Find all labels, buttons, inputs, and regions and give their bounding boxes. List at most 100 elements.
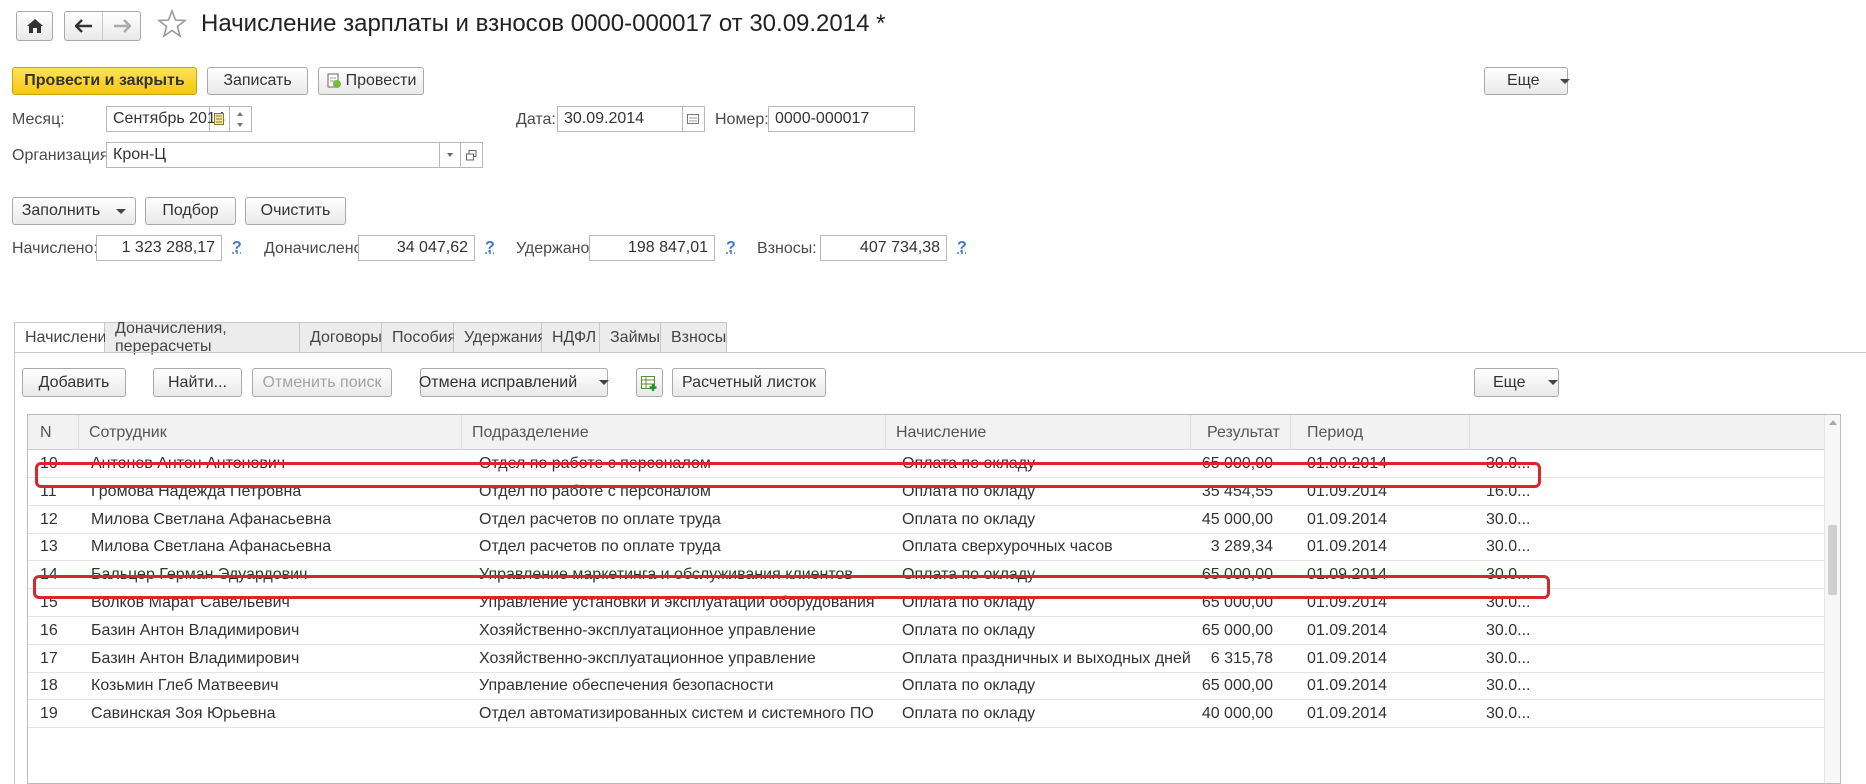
- favorite-star-icon[interactable]: [156, 8, 188, 43]
- number-value: 0000-000017: [775, 110, 870, 127]
- tab-additional-accruals[interactable]: Доначисления, перерасчеты: [105, 320, 300, 355]
- table-cell: 12: [40, 510, 58, 528]
- column-header-employee[interactable]: Сотрудник: [79, 415, 462, 450]
- table-cell: Управление обеспечения безопасности: [479, 677, 774, 695]
- table-cell: 45 000,00: [1201, 510, 1273, 528]
- date-value: 30.09.2014: [564, 110, 645, 127]
- post-and-close-button[interactable]: Провести и закрыть: [12, 67, 197, 95]
- date-picker-button[interactable]: [682, 106, 705, 132]
- withheld-label: Удержано:: [516, 240, 594, 257]
- organization-dropdown-button[interactable]: [439, 142, 461, 168]
- date-field[interactable]: 30.09.2014: [557, 106, 683, 132]
- table-cell: 6 315,78: [1210, 649, 1273, 667]
- payslip-button[interactable]: Расчетный листок: [672, 368, 826, 397]
- table-row[interactable]: 19 Савинская Зоя Юрьевна Отдел автоматизир…: [28, 700, 1840, 729]
- table-cell: Оплата по окладу: [902, 677, 1036, 695]
- table-row[interactable]: 18 Козьмин Глеб Матвеевич Управление обесп…: [28, 672, 1840, 701]
- table-row[interactable]: 13 Милова Светлана Афанасьевна Отдел расче…: [28, 533, 1840, 562]
- cancel-search-button[interactable]: Отменить поиск: [252, 368, 392, 397]
- column-header-accrual[interactable]: Начисление: [886, 415, 1191, 450]
- withheld-help-link[interactable]: ?: [726, 239, 736, 257]
- fill-button[interactable]: Заполнить: [12, 197, 136, 225]
- post-button-label: Провести: [345, 72, 417, 89]
- column-header-extra[interactable]: [1470, 415, 1826, 450]
- highlight-row-17: [33, 575, 1550, 599]
- open-window-icon: [466, 149, 477, 160]
- history-nav: [64, 11, 141, 41]
- calendar-icon: [687, 114, 699, 124]
- organization-field[interactable]: Крон-Ц: [106, 142, 440, 168]
- back-button[interactable]: [65, 12, 103, 40]
- tab-panel-border: [14, 352, 15, 784]
- table-cell: Оплата по окладу: [902, 510, 1036, 528]
- post-button[interactable]: Провести: [318, 67, 424, 95]
- stepper-up-icon[interactable]: [237, 112, 243, 116]
- tab-contracts[interactable]: Договоры: [300, 322, 382, 353]
- scroll-up-icon[interactable]: [1829, 420, 1837, 425]
- column-header-period[interactable]: Период: [1291, 415, 1470, 450]
- home-icon: [26, 19, 43, 33]
- table-header: N Сотрудник Подразделение Начисление Рез…: [28, 415, 1840, 450]
- month-field[interactable]: Сентябрь 2014: [106, 106, 225, 132]
- table-cell: 40 000,00: [1201, 705, 1273, 723]
- column-header-department[interactable]: Подразделение: [462, 415, 886, 450]
- find-button[interactable]: Найти...: [153, 368, 242, 397]
- grid-more-button[interactable]: Еще: [1474, 368, 1559, 397]
- month-value: Сентябрь 2014: [113, 110, 225, 127]
- chevron-down-icon: [446, 153, 453, 157]
- chevron-down-icon: [116, 208, 127, 214]
- tab-contributions[interactable]: Взносы: [661, 322, 727, 353]
- table-cell: Хозяйственно-эксплуатационное управление: [479, 621, 816, 639]
- column-header-n[interactable]: N: [28, 415, 79, 450]
- home-button[interactable]: [16, 11, 53, 41]
- table-add-icon: [641, 375, 657, 391]
- tab-divider: [14, 352, 1866, 353]
- page-title: Начисление зарплаты и взносов 0000-00001…: [201, 10, 886, 37]
- table-row[interactable]: 16 Базин Антон Владимирович Хозяйственно-э…: [28, 617, 1840, 645]
- additional-label: Доначислено:: [264, 240, 367, 257]
- table-cell: 01.09.2014: [1307, 677, 1388, 695]
- table-cell: 01.09.2014: [1307, 649, 1388, 667]
- highlight-row-13: [35, 462, 1541, 488]
- contributions-field: 407 734,38: [820, 235, 947, 261]
- table-settings-button[interactable]: [636, 368, 663, 397]
- tab-accruals[interactable]: Начисления: [14, 322, 115, 353]
- cancel-corrections-label: Отмена исправлений: [418, 373, 578, 391]
- tab-ndfl[interactable]: НДФЛ: [542, 322, 600, 353]
- accrued-value: 1 323 288,17: [121, 239, 215, 256]
- tab-loans[interactable]: Займы: [600, 322, 661, 353]
- save-button[interactable]: Записать: [207, 67, 308, 95]
- add-row-button[interactable]: Добавить: [22, 368, 126, 397]
- tab-bar: Начисления Доначисления, перерасчеты Дог…: [14, 320, 727, 355]
- table-cell: 18: [40, 677, 58, 695]
- tab-benefits[interactable]: Пособия: [382, 322, 456, 353]
- clear-button[interactable]: Очистить: [245, 197, 346, 225]
- table-row[interactable]: 17 Базин Антон Владимирович Хозяйственно-э…: [28, 645, 1840, 673]
- stepper-down-icon[interactable]: [237, 123, 243, 127]
- accrued-field: 1 323 288,17: [96, 235, 222, 261]
- table-row[interactable]: 12 Милова Светлана Афанасьевна Отдел расче…: [28, 506, 1840, 534]
- number-field[interactable]: 0000-000017: [768, 106, 915, 132]
- table-cell: Козьмин Глеб Матвеевич: [91, 677, 279, 695]
- column-header-result[interactable]: Результат: [1191, 415, 1291, 450]
- forward-button[interactable]: [103, 12, 141, 40]
- contributions-help-link[interactable]: ?: [957, 239, 967, 257]
- vertical-scrollbar[interactable]: [1824, 415, 1840, 783]
- table-cell: 30.0...: [1486, 705, 1531, 723]
- tab-withholdings[interactable]: Удержания: [454, 322, 546, 353]
- select-button[interactable]: Подбор: [145, 197, 236, 225]
- table-cell: 13: [40, 538, 58, 556]
- month-calendar-button[interactable]: [209, 106, 230, 132]
- organization-open-button[interactable]: [461, 142, 483, 168]
- month-stepper[interactable]: [230, 106, 252, 132]
- more-button[interactable]: Еще: [1484, 67, 1570, 95]
- table-cell: 30.0...: [1486, 677, 1531, 695]
- cancel-corrections-button[interactable]: Отмена исправлений: [418, 368, 610, 397]
- table-cell: 01.09.2014: [1307, 621, 1388, 639]
- table-cell: Милова Светлана Афанасьевна: [91, 538, 332, 556]
- accrued-label: Начислено:: [12, 240, 98, 257]
- accrued-help-link[interactable]: ?: [232, 239, 242, 257]
- chevron-down-icon: [1547, 380, 1558, 385]
- scroll-thumb[interactable]: [1828, 525, 1837, 595]
- additional-help-link[interactable]: ?: [485, 239, 495, 257]
